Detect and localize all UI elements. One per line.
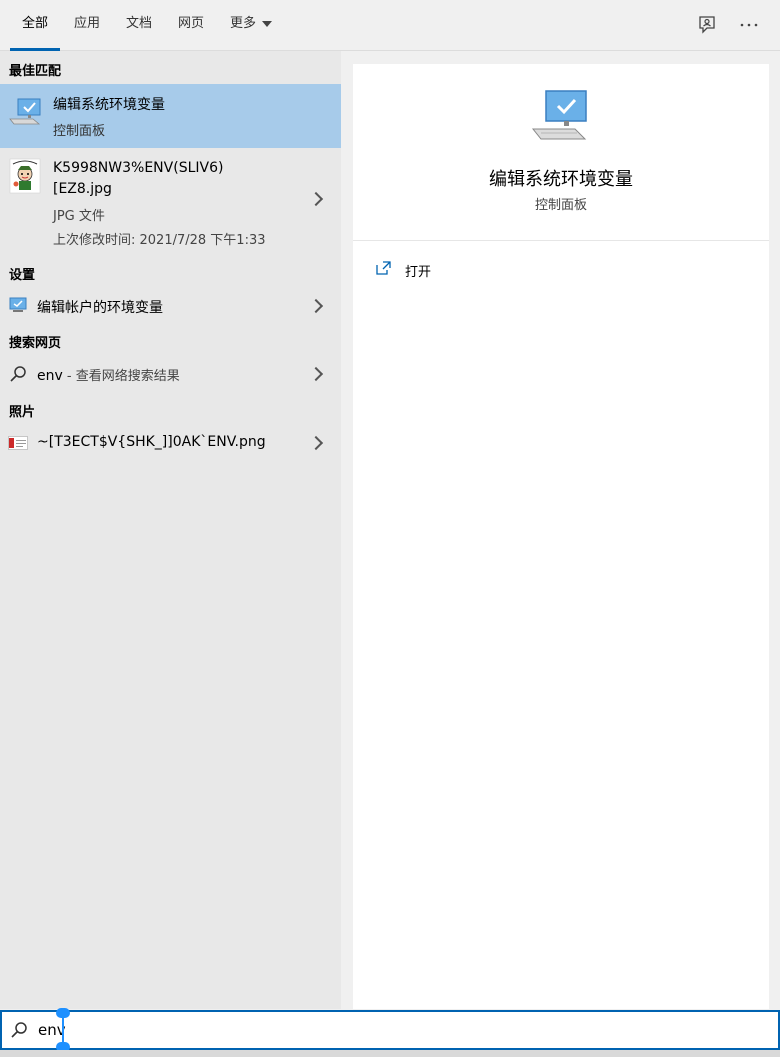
chevron-down-icon	[262, 20, 273, 27]
search-icon	[10, 1021, 28, 1043]
search-filter-tabs: 全部 应用 文档 网页 更多	[0, 0, 780, 51]
tab-documents[interactable]: 文档	[126, 0, 152, 51]
open-label: 打开	[405, 265, 432, 280]
chevron-right-icon[interactable]	[308, 191, 324, 207]
open-external-icon	[375, 260, 393, 280]
chevron-right-icon[interactable]	[308, 435, 324, 451]
tab-all[interactable]: 全部	[10, 0, 60, 51]
results-list: 最佳匹配 编辑系统环境变量 控制面板 K5998NW3%ENV(SLIV6) […	[0, 51, 341, 1009]
tab-apps[interactable]: 应用	[74, 0, 100, 51]
chevron-right-icon[interactable]	[308, 298, 324, 314]
tab-more[interactable]: 更多	[230, 0, 273, 51]
section-web: 搜索网页	[9, 336, 62, 351]
divider	[353, 240, 769, 241]
web-suffix: - 查看网络搜索结果	[62, 369, 180, 384]
tab-web[interactable]: 网页	[178, 0, 204, 51]
web-result-text: env - 查看网络搜索结果	[37, 365, 180, 384]
section-settings: 设置	[9, 268, 36, 283]
taskbar-strip	[0, 1050, 780, 1057]
file-name-line1: K5998NW3%ENV(SLIV6)	[53, 160, 224, 176]
web-query: env	[37, 368, 63, 384]
png-file-icon	[8, 436, 28, 454]
search-icon	[9, 365, 27, 387]
file-type: JPG 文件	[53, 209, 105, 224]
tab-more-label: 更多	[230, 16, 257, 31]
settings-result-label: 编辑帐户的环境变量	[37, 300, 163, 316]
image-thumbnail-icon	[9, 158, 41, 198]
settings-monitor-icon	[9, 297, 27, 317]
section-photos: 照片	[9, 405, 36, 420]
feedback-icon[interactable]	[696, 14, 718, 36]
web-result-item[interactable]: env - 查看网络搜索结果	[0, 357, 341, 391]
more-options-icon[interactable]	[738, 14, 760, 36]
detail-title: 编辑系统环境变量	[489, 169, 633, 190]
detail-pane: 编辑系统环境变量 控制面板 打开	[353, 64, 769, 1009]
chevron-right-icon[interactable]	[308, 366, 324, 382]
computer-icon	[531, 88, 591, 148]
best-match-subtitle: 控制面板	[53, 124, 106, 139]
best-match-title: 编辑系统环境变量	[53, 97, 165, 113]
photo-file-name: ~[T3ECT$V{SHK_]]0AK`ENV.png	[37, 434, 266, 450]
file-name-line2: [EZ8.jpg	[53, 181, 112, 197]
search-input[interactable]	[38, 1018, 738, 1042]
file-result-item[interactable]: K5998NW3%ENV(SLIV6) [EZ8.jpg JPG 文件 上次修改…	[0, 148, 341, 254]
computer-icon	[9, 97, 43, 131]
search-box[interactable]	[0, 1010, 780, 1050]
detail-subtitle: 控制面板	[534, 198, 587, 213]
settings-result-item[interactable]: 编辑帐户的环境变量	[0, 289, 341, 323]
selection-handle-top[interactable]	[56, 1008, 70, 1018]
photo-result-item[interactable]: ~[T3ECT$V{SHK_]]0AK`ENV.png	[0, 426, 341, 460]
file-modified: 上次修改时间: 2021/7/28 下午1:33	[53, 233, 266, 248]
best-match-item[interactable]: 编辑系统环境变量 控制面板	[0, 84, 341, 148]
section-best-match: 最佳匹配	[9, 64, 62, 79]
